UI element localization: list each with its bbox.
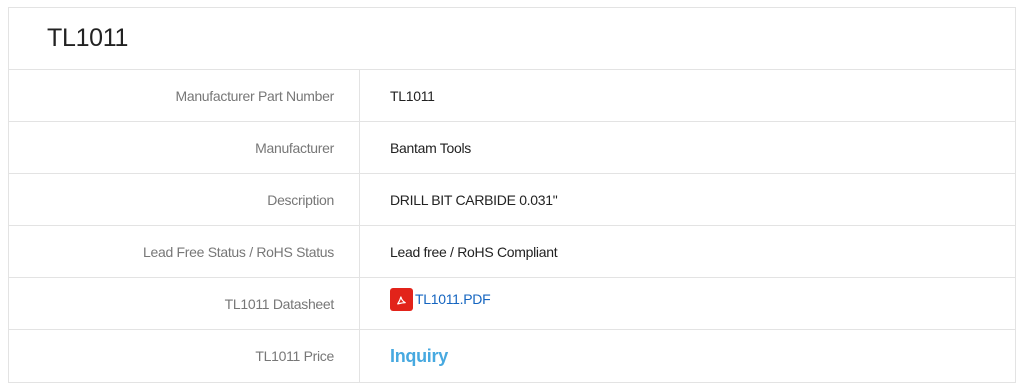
table-row: Manufacturer Bantam Tools (9, 122, 1015, 174)
table-row: Manufacturer Part Number TL1011 (9, 70, 1015, 122)
table-row: TL1011 Price Inquiry (9, 330, 1015, 382)
datasheet-value: TL1011.PDF (360, 278, 1015, 329)
row-label: Manufacturer (9, 122, 360, 173)
row-label: TL1011 Datasheet (9, 278, 360, 329)
row-label: TL1011 Price (9, 330, 360, 382)
table-row: Lead Free Status / RoHS Status Lead free… (9, 226, 1015, 278)
inquiry-link[interactable]: Inquiry (390, 346, 448, 367)
pdf-icon[interactable] (390, 288, 413, 311)
row-value: Lead free / RoHS Compliant (390, 243, 558, 260)
product-panel: TL1011 Manufacturer Part Number TL1011 M… (8, 7, 1016, 383)
table-row: Description DRILL BIT CARBIDE 0.031" (9, 174, 1015, 226)
row-value: Bantam Tools (390, 139, 471, 156)
row-label: Lead Free Status / RoHS Status (9, 226, 360, 277)
page-title: TL1011 (47, 24, 129, 52)
price-value: Inquiry (360, 330, 1015, 382)
row-value: TL1011 (390, 87, 435, 104)
row-value: DRILL BIT CARBIDE 0.031" (390, 191, 558, 208)
pdf-icon-glyph (397, 296, 406, 305)
row-label: Description (9, 174, 360, 225)
panel-header: TL1011 (9, 8, 1015, 70)
datasheet-link[interactable]: TL1011.PDF (415, 291, 491, 307)
row-label: Manufacturer Part Number (9, 70, 360, 121)
table-row: TL1011 Datasheet TL1011.PDF (9, 278, 1015, 330)
